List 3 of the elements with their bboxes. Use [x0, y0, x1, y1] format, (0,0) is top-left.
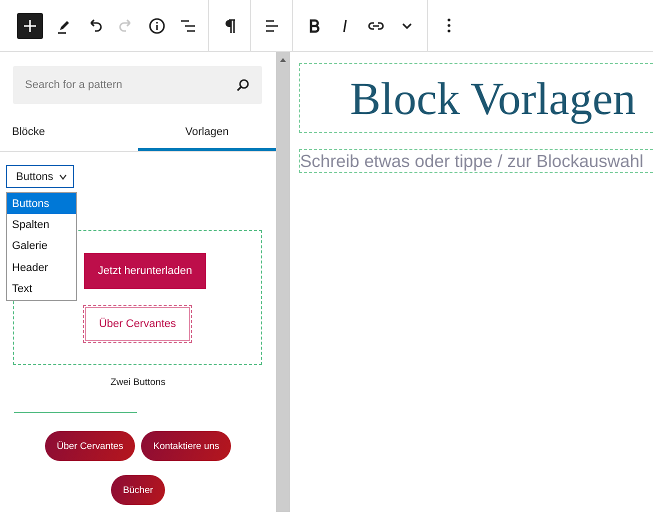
paragraph-placeholder: Schreib etwas oder tippe / zur Blockauswahl — [300, 150, 644, 172]
heading-text: Block Vorlagen — [350, 72, 636, 124]
pattern-caption: Zwei Buttons — [110, 377, 166, 388]
